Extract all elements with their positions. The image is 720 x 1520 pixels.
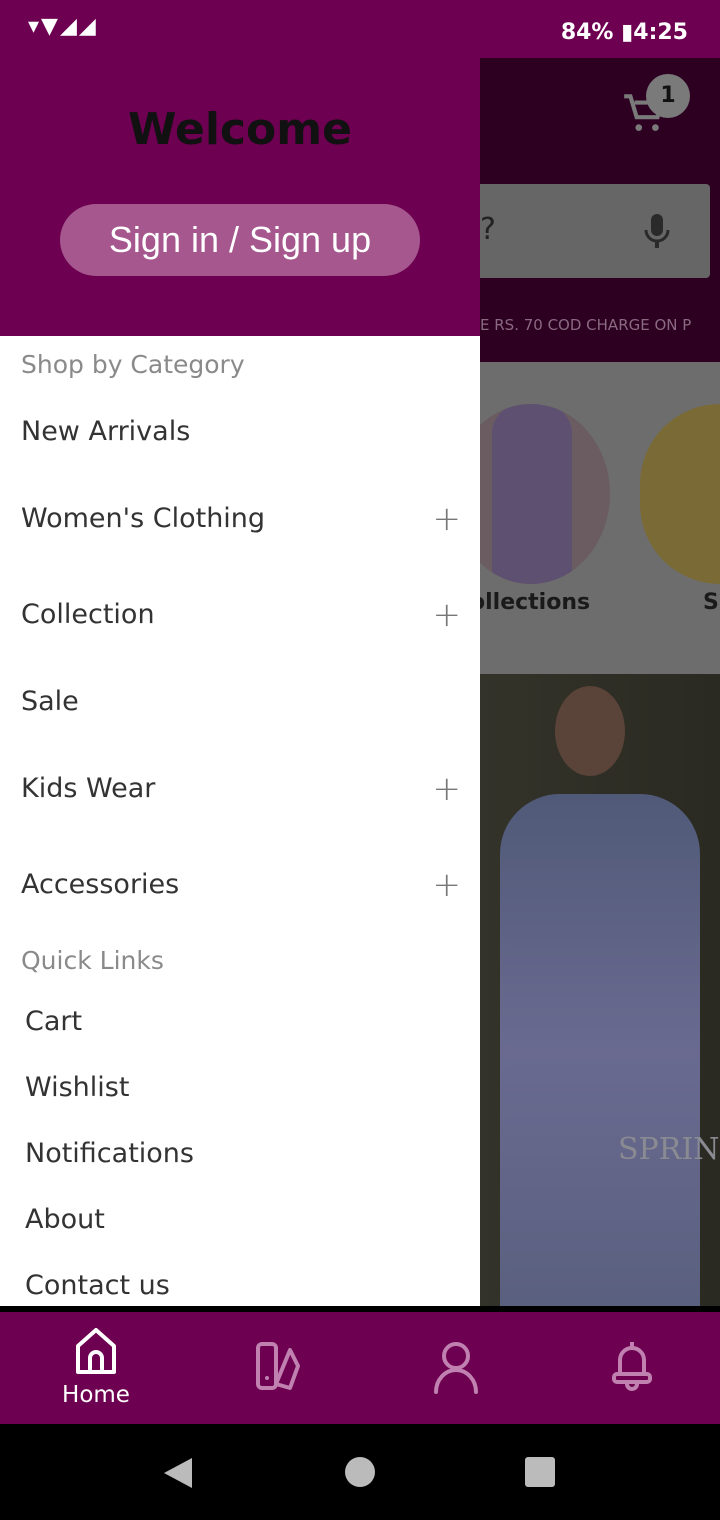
- swatch-icon: [256, 1342, 300, 1390]
- menu-item-accessories[interactable]: Accessories +: [21, 865, 461, 905]
- menu-label: Kids Wear: [21, 773, 156, 804]
- expand-plus-icon[interactable]: +: [433, 595, 462, 635]
- signal-icons: ▾▼◢◢: [28, 14, 98, 39]
- status-bar: ▾▼◢◢ 84% ▮4:25: [0, 0, 720, 58]
- clock: 4:25: [633, 20, 688, 45]
- back-icon[interactable]: [162, 1456, 194, 1490]
- user-icon: [434, 1342, 478, 1394]
- recents-icon[interactable]: [525, 1457, 555, 1487]
- menu-label: Women's Clothing: [21, 503, 266, 534]
- menu-item-sale[interactable]: Sale: [21, 686, 461, 717]
- search-placeholder: ?: [480, 212, 496, 247]
- menu-label: Accessories: [21, 869, 180, 900]
- nav-notifications[interactable]: [582, 1338, 682, 1418]
- nav-account[interactable]: [406, 1340, 506, 1420]
- home-system-icon[interactable]: [345, 1457, 375, 1487]
- expand-plus-icon[interactable]: +: [433, 499, 462, 539]
- menu-item-collection[interactable]: Collection +: [21, 595, 461, 635]
- bell-icon: [612, 1342, 652, 1391]
- bottom-navigation: Home: [0, 1312, 720, 1424]
- sign-in-button[interactable]: Sign in / Sign up: [60, 204, 420, 276]
- menu-label: Sale: [21, 686, 79, 717]
- category-label: ollections: [470, 590, 591, 615]
- menu-item-new-arrivals[interactable]: New Arrivals: [21, 416, 461, 447]
- battery-level: 84%: [560, 20, 614, 45]
- home-icon: [76, 1328, 116, 1374]
- nav-categories[interactable]: [230, 1340, 330, 1420]
- welcome-title: Welcome: [128, 104, 352, 155]
- expand-plus-icon[interactable]: +: [433, 769, 462, 809]
- system-navigation-bar: [0, 1424, 720, 1520]
- banner-text: SPRIN: [618, 1132, 720, 1167]
- microphone-icon[interactable]: [642, 212, 672, 252]
- section-quick-links: Quick Links: [21, 946, 164, 975]
- section-shop-by-category: Shop by Category: [21, 350, 245, 379]
- navigation-drawer: Welcome Sign in / Sign up Shop by Catego…: [0, 0, 480, 1306]
- menu-label: Collection: [21, 599, 155, 630]
- quick-link-contact-us[interactable]: Contact us: [25, 1270, 170, 1301]
- battery-icon: ▮: [621, 20, 634, 45]
- cart-badge: 1: [646, 74, 690, 118]
- category-image[interactable]: [640, 404, 720, 584]
- quick-link-notifications[interactable]: Notifications: [25, 1138, 194, 1169]
- menu-item-womens-clothing[interactable]: Women's Clothing +: [21, 499, 461, 539]
- quick-link-about[interactable]: About: [25, 1204, 105, 1235]
- nav-home[interactable]: Home: [46, 1326, 146, 1408]
- quick-link-cart[interactable]: Cart: [25, 1006, 82, 1037]
- quick-link-wishlist[interactable]: Wishlist: [25, 1072, 129, 1103]
- promo-ticker: E RS. 70 COD CHARGE ON P: [480, 316, 692, 334]
- nav-home-label: Home: [62, 1382, 130, 1408]
- expand-plus-icon[interactable]: +: [433, 865, 462, 905]
- menu-label: New Arrivals: [21, 416, 191, 447]
- menu-item-kids-wear[interactable]: Kids Wear +: [21, 769, 461, 809]
- category-label: S: [703, 590, 719, 615]
